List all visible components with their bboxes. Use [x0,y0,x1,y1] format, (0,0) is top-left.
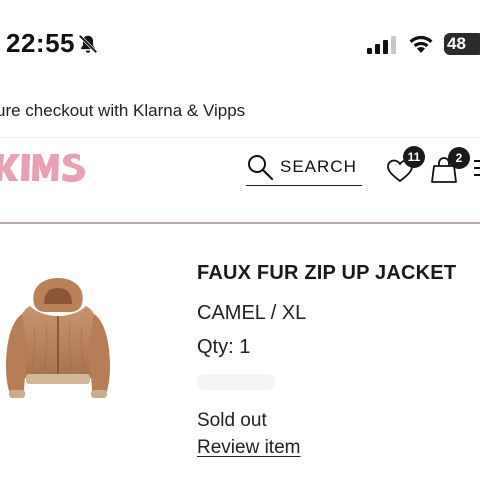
cart-count-badge: 2 [448,147,470,169]
stock-status: Sold out [197,410,267,431]
wishlist-count-badge: 11 [403,146,425,168]
product-name[interactable]: FAUX FUR ZIP UP JACKET [197,262,456,285]
product-quantity: Qty: 1 [197,336,251,358]
header-divider [0,222,480,224]
search-icon [248,154,274,180]
search-button[interactable]: SEARCH [246,148,362,186]
divider [0,137,480,138]
promo-banner[interactable]: ure checkout with Klarna & Vipps [0,98,480,126]
bell-slash-icon [78,34,98,54]
price-placeholder [196,374,276,390]
battery-icon: 48 [444,33,480,55]
status-time: 22:55 [6,28,75,58]
signal-icon [367,36,396,54]
review-item-link[interactable]: Review item [197,437,300,459]
faux-fur-jacket-image[interactable] [0,276,118,414]
menu-icon[interactable] [474,158,480,178]
kims-logo[interactable] [0,149,94,185]
wifi-icon [409,35,433,53]
wishlist-button[interactable]: 11 [386,146,430,186]
cart-button[interactable]: 2 [430,146,470,186]
search-label: SEARCH [280,156,357,176]
status-bar: 22:55 48 [0,0,480,90]
product-variant: CAMEL / XL [197,302,307,324]
